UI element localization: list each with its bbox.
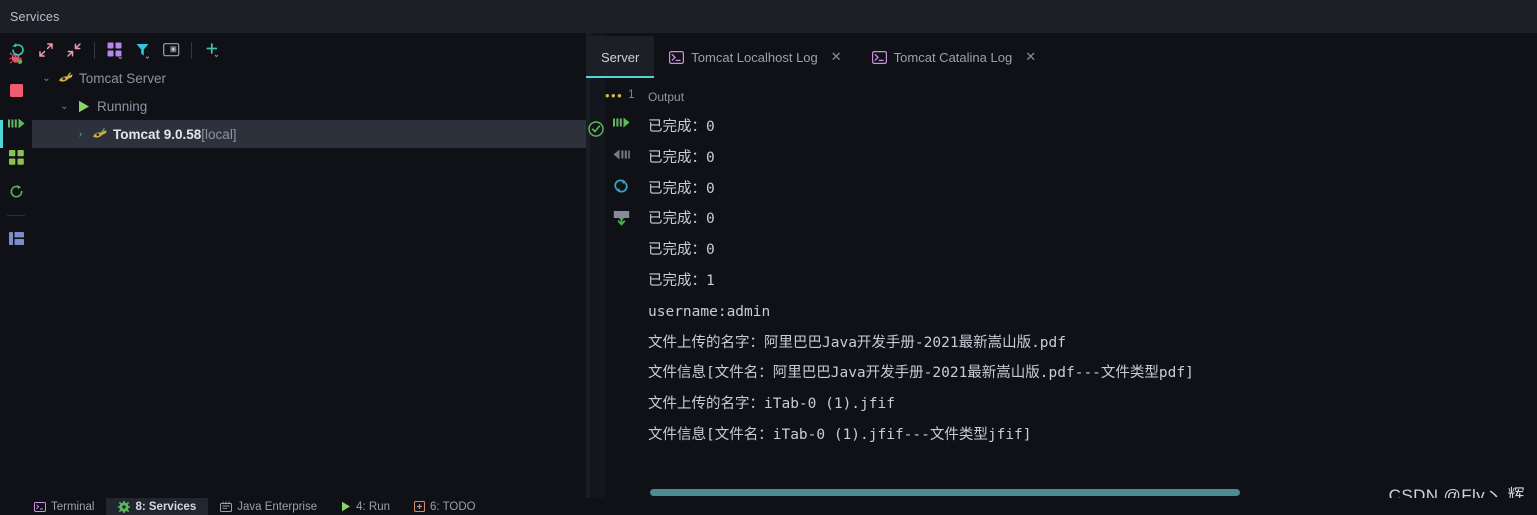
console-tabbar: Server Tomcat Localhost Log ✕ Tomcat Cat… [586, 36, 1537, 78]
tree-node-label: Tomcat Server [79, 70, 167, 86]
todo-icon [414, 501, 426, 512]
console-line: 已完成：1 [648, 272, 715, 289]
tomcat-icon [55, 71, 77, 85]
panel-splitter[interactable] [586, 33, 605, 498]
splitter-handle[interactable] [586, 33, 590, 498]
status-run[interactable]: 4: Run [329, 498, 402, 515]
services-gear-icon [118, 500, 131, 513]
close-icon[interactable]: ✕ [831, 49, 842, 65]
tree-node-label: Tomcat 9.0.58 [113, 126, 202, 142]
services-tree: ⌄ Tomcat Server ⌄ Running › Tomcat 9.0.5… [0, 64, 586, 498]
badge-count: 1 [628, 89, 635, 101]
console-line: 文件上传的名字：阿里巴巴Java开发手册-2021最新嵩山版.pdf [648, 334, 1066, 351]
console-status-badge: ••• 1 [605, 87, 635, 103]
status-item-label: Java Enterprise [237, 500, 318, 513]
page-title: Services [10, 9, 60, 24]
tree-node-tomcat-instance[interactable]: › Tomcat 9.0.58 [local] [0, 120, 586, 148]
scrollbar-thumb[interactable] [650, 489, 1240, 496]
toolbar-divider-2 [191, 41, 192, 59]
chevron-down-icon[interactable]: ⌄ [38, 73, 55, 84]
console-line: 已完成：0 [648, 149, 715, 166]
run-play-icon [341, 501, 351, 512]
output-label: Output [648, 90, 685, 104]
terminal-icon [669, 50, 685, 64]
status-item-label: Terminal [51, 500, 95, 513]
console-line: 文件信息[文件名：iTab-0 (1).jfif---文件类型jfif] [648, 426, 1032, 443]
console-line: 已完成：0 [648, 211, 715, 228]
open-in-new-window-button[interactable] [158, 38, 184, 62]
add-service-button[interactable] [199, 38, 225, 62]
tab-label: Tomcat Localhost Log [691, 49, 818, 65]
status-item-label: 8: Services [135, 500, 197, 513]
tab-tomcat-catalina-log[interactable]: Tomcat Catalina Log ✕ [857, 36, 1051, 78]
console-line: 文件信息[文件名：阿里巴巴Java开发手册-2021最新嵩山版.pdf---文件… [648, 365, 1194, 382]
left-gutter [0, 33, 32, 498]
terminal-icon [871, 50, 887, 64]
chevron-right-icon[interactable]: › [72, 129, 89, 140]
close-icon[interactable]: ✕ [1025, 49, 1036, 65]
java-enterprise-icon [220, 501, 233, 512]
console-line: 已完成：0 [648, 180, 715, 197]
expand-all-button[interactable] [33, 38, 59, 62]
status-item-label: 4: Run [356, 500, 391, 513]
resume-icon[interactable] [608, 110, 634, 134]
status-bar: Terminal 8: Services Java Enterprise 4: … [0, 498, 1537, 515]
rerun-icon[interactable] [608, 174, 634, 198]
status-terminal[interactable]: Terminal [22, 498, 106, 515]
run-status-ok-icon [586, 118, 605, 140]
console-output[interactable]: 已完成：0 已完成：0 已完成：0 已完成：0 已完成：0 已完成：1 user… [637, 112, 1537, 480]
console-line: 已完成：0 [648, 119, 715, 135]
services-toolbar [0, 36, 586, 64]
window-titlebar: Services [0, 0, 1537, 33]
tree-node-suffix: [local] [201, 126, 237, 142]
group-by-button[interactable] [102, 38, 128, 62]
status-todo[interactable]: 6: TODO [402, 498, 488, 515]
tomcat-icon [89, 127, 111, 141]
progress-dots-icon: ••• [605, 87, 624, 103]
rerun-icon[interactable] [3, 177, 29, 205]
status-java-enterprise[interactable]: Java Enterprise [208, 498, 329, 515]
tab-label: Server [601, 49, 640, 65]
terminal-icon [34, 501, 46, 512]
status-services[interactable]: 8: Services [106, 498, 209, 515]
chevron-down-icon[interactable]: ⌄ [56, 101, 73, 112]
console-line: username:admin [648, 303, 771, 320]
console-toolbar [605, 110, 637, 230]
tree-node-label: Running [97, 98, 148, 114]
scroll-to-end-icon[interactable] [608, 206, 634, 230]
refresh-button[interactable] [5, 38, 31, 62]
tab-label: Tomcat Catalina Log [893, 49, 1013, 65]
console-line: 已完成：0 [648, 242, 715, 259]
filter-button[interactable] [130, 38, 156, 62]
run-play-icon [73, 100, 95, 113]
console-line: 文件上传的名字：iTab-0 (1).jfif [648, 396, 895, 413]
tree-node-tomcat-server[interactable]: ⌄ Tomcat Server [32, 64, 586, 92]
tree-node-running[interactable]: ⌄ Running [32, 92, 586, 120]
dashboard-icon[interactable] [3, 224, 29, 252]
services-grid-icon[interactable] [3, 143, 29, 171]
resume-program-icon[interactable] [3, 109, 29, 137]
step-back-icon[interactable] [608, 142, 634, 166]
collapse-all-button[interactable] [61, 38, 87, 62]
services-tool-window: Services ⌄ Tomcat Server ⌄ Running › Tom… [0, 0, 1537, 515]
tab-tomcat-localhost-log[interactable]: Tomcat Localhost Log ✕ [654, 36, 856, 78]
status-item-label: 6: TODO [430, 500, 476, 513]
stop-icon[interactable] [3, 76, 29, 104]
tab-server[interactable]: Server [586, 36, 655, 78]
toolbar-divider-1 [94, 41, 95, 59]
